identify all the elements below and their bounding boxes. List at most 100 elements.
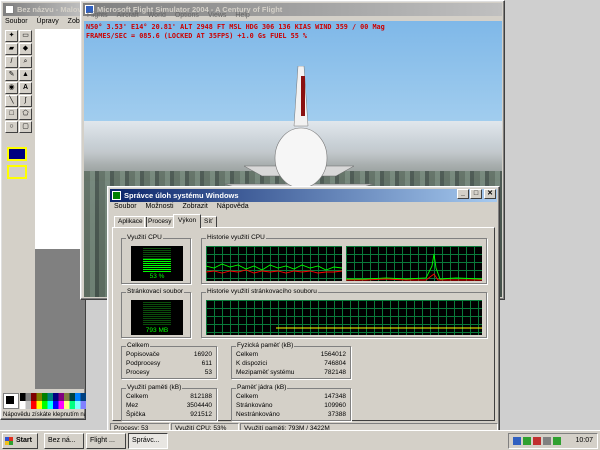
pagefile-meter: 793 MB (131, 300, 183, 335)
tab-apps[interactable]: Aplikace (114, 216, 147, 227)
cpu-usage-value: 53 % (149, 273, 165, 280)
tab-performance[interactable]: Výkon (173, 214, 202, 228)
curve-icon[interactable]: ∫ (19, 95, 32, 107)
clock[interactable]: 10:07 (575, 434, 593, 448)
kernel-row-total: Celkem 147348 (236, 393, 346, 401)
text-tool-icon[interactable]: A (19, 82, 32, 94)
kernel-paged-key: Stránkováno (236, 402, 273, 409)
tm-menu-options[interactable]: Možnosti (146, 202, 174, 212)
physical-row-cache: Mezipaměť systému 782148 (236, 369, 346, 377)
commit-peak-key: Špička (126, 411, 146, 418)
kernel-row-paged: Stránkováno 109960 (236, 402, 346, 410)
fs-menu-options[interactable]: Options (175, 11, 199, 21)
physical-cache-value: 782148 (324, 369, 346, 376)
free-select-icon[interactable]: ✦ (5, 30, 18, 42)
hud-line-2: FRAMES/SEC = 085.6 (LOCKED AT 35FPS) +1.… (86, 32, 307, 40)
physical-total-value: 1564012 (320, 351, 346, 358)
tab-processes[interactable]: Procesy (144, 216, 176, 227)
tray-icon-3[interactable] (533, 437, 541, 445)
cpu-history-label: Historie využití CPU (206, 234, 266, 242)
line-icon[interactable]: ╲ (5, 95, 18, 107)
totals-handles-key: Popisovače (126, 351, 160, 358)
cpu-usage-group: Využití CPU 53 % (121, 234, 191, 284)
task-manager-title: Správce úloh systému Windows (124, 191, 239, 200)
transparency-option-opaque[interactable] (7, 147, 27, 161)
pagefile-history-group: Historie využití stránkovacího souboru (201, 288, 487, 338)
brush-icon[interactable]: ▲ (19, 69, 32, 81)
tm-menu-file[interactable]: Soubor (114, 202, 137, 212)
fs-menu-flights[interactable]: Flights (87, 11, 108, 21)
airplane-icon (224, 66, 374, 202)
physical-memory-group: Fyzická paměť (kB) Celkem 1564012 K dispo… (231, 342, 351, 379)
task-manager-titlebar[interactable]: Správce úloh systému Windows (110, 189, 497, 202)
rectangle-icon[interactable]: □ (5, 108, 18, 120)
tray-icon-1[interactable] (513, 437, 521, 445)
cpu-history-graph-1 (205, 246, 343, 281)
cpu-meter-fill (143, 259, 171, 272)
totals-handles-value: 16920 (193, 351, 212, 358)
pagefile-label: Stránkovací soubor (126, 288, 185, 296)
fs-menu-views[interactable]: Views (208, 11, 227, 21)
commit-total-key: Celkem (126, 393, 149, 400)
fill-icon[interactable]: ◆ (19, 43, 32, 55)
paint-menu-edit[interactable]: Úpravy (37, 17, 59, 27)
color-palette[interactable] (20, 393, 86, 409)
totals-row-handles: Popisovače 16920 (126, 351, 212, 359)
magnifier-icon[interactable]: ⌕ (19, 56, 32, 68)
polygon-icon[interactable]: ⬠ (19, 108, 32, 120)
system-tray: 10:07 (508, 433, 598, 449)
paint-canvas[interactable] (35, 29, 85, 249)
physical-total-key: Celkem (236, 351, 259, 358)
tm-menu-help[interactable]: Nápověda (217, 202, 249, 212)
rounded-rect-icon[interactable]: ▢ (19, 121, 32, 133)
kernel-nonpaged-key: Nestránkováno (236, 411, 280, 418)
rect-select-icon[interactable]: ▭ (19, 30, 32, 42)
taskbar-flightsim-label: Flight ... (90, 437, 115, 444)
taskbar-button-paint[interactable]: Bez ná... (44, 433, 84, 449)
tray-icon-2[interactable] (523, 437, 531, 445)
tray-icon-5[interactable] (553, 437, 561, 445)
maximize-button[interactable]: □ (470, 189, 482, 199)
ellipse-icon[interactable]: ○ (5, 121, 18, 133)
color-picker-icon[interactable]: / (5, 56, 18, 68)
fs-menu-help[interactable]: Help (235, 11, 249, 21)
paint-menu-file[interactable]: Soubor (5, 17, 28, 27)
task-manager-menubar: Soubor Možnosti Zobrazit Nápověda (114, 202, 256, 212)
paint-titlebar[interactable]: Bez názvu - Malování (3, 3, 83, 16)
close-button[interactable]: ✕ (484, 189, 496, 199)
fs-menu-aircraft[interactable]: Aircraft (117, 11, 139, 21)
pagefile-meter-bars (143, 302, 171, 326)
physical-cache-key: Mezipaměť systému (236, 369, 295, 376)
start-button[interactable]: Start (2, 433, 38, 449)
fs-menu-world[interactable]: World (148, 11, 166, 21)
commit-row-peak: Špička 921512 (126, 411, 212, 419)
totals-row-threads: Podprocesy 611 (126, 360, 212, 368)
tab-network[interactable]: Síť (200, 216, 217, 227)
tray-icon-4[interactable] (543, 437, 551, 445)
pencil-icon[interactable]: ✎ (5, 69, 18, 81)
tm-menu-view[interactable]: Zobrazit (183, 202, 208, 212)
kernel-memory-label: Paměť jádra (kB) (236, 384, 288, 392)
taskbar-button-taskmgr[interactable]: Správc... (128, 433, 168, 449)
transparency-option-transparent[interactable] (7, 165, 27, 179)
paint-canvas-bg (35, 249, 85, 389)
windows-logo-icon (5, 437, 13, 445)
eraser-icon[interactable]: ▰ (5, 43, 18, 55)
airbrush-icon[interactable]: ◉ (5, 82, 18, 94)
kernel-memory-group: Paměť jádra (kB) Celkem 147348 Stránkován… (231, 384, 351, 421)
physical-row-total: Celkem 1564012 (236, 351, 346, 359)
physical-row-available: K dispozici 746804 (236, 360, 346, 368)
taskbar: Start Bez ná... Flight ... Správc... 10:… (0, 430, 600, 450)
commit-row-limit: Mez 3504440 (126, 402, 212, 410)
pagefile-history-graph (206, 300, 482, 335)
cpu-history-lines-2 (346, 253, 483, 281)
commit-limit-key: Mez (126, 402, 139, 409)
totals-processes-value: 53 (204, 369, 212, 376)
foreground-color[interactable] (6, 396, 14, 404)
taskbar-button-flightsim[interactable]: Flight ... (86, 433, 126, 449)
minimize-button[interactable]: _ (457, 189, 469, 199)
taskbar-taskmgr-label: Správc... (132, 437, 160, 444)
task-manager-app-icon (112, 191, 121, 200)
paint-app-icon (5, 5, 14, 14)
commit-charge-group: Využití paměti (kB) Celkem 812188 Mez 3504… (121, 384, 217, 421)
